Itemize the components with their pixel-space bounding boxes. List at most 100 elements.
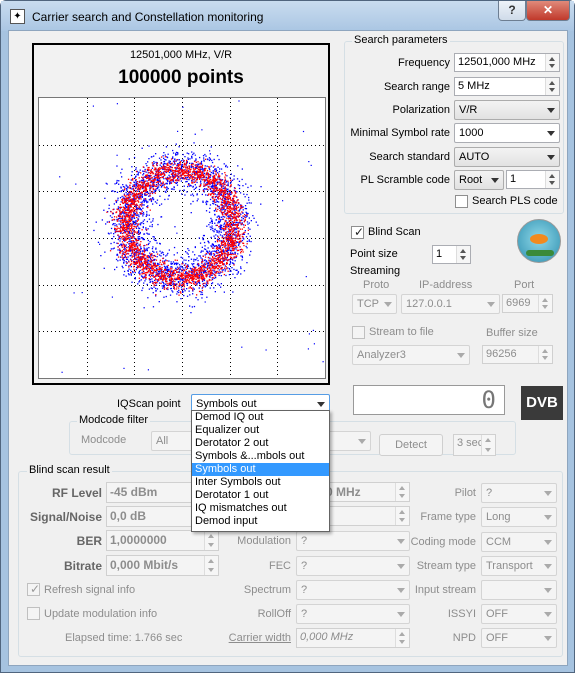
iq-point (187, 158, 189, 160)
iq-point (214, 210, 216, 212)
iq-point (127, 220, 129, 223)
iq-point (148, 266, 150, 268)
iq-point (222, 218, 225, 220)
iq-point (235, 255, 237, 258)
iq-point (150, 179, 152, 181)
iq-point (133, 259, 135, 261)
iq-point (163, 272, 166, 275)
iq-point (140, 185, 142, 188)
iq-point (110, 242, 112, 245)
iq-point (145, 264, 148, 266)
iq-point (212, 177, 214, 179)
iq-point (158, 254, 161, 256)
grid-lines (39, 98, 325, 378)
title-bar[interactable]: ✦ Carrier search and Constellation monit… (1, 1, 574, 31)
iq-point (171, 290, 173, 292)
iq-point (237, 232, 240, 234)
iq-point (192, 185, 194, 188)
iq-point (168, 270, 170, 273)
iq-point (138, 216, 140, 218)
iq-point (232, 273, 234, 275)
iq-point (210, 258, 212, 260)
iq-point (236, 241, 239, 243)
iq-point (148, 268, 150, 270)
help-button[interactable]: ? (498, 1, 526, 21)
iq-point (246, 212, 248, 214)
iq-point (160, 277, 162, 279)
iq-point (162, 163, 164, 165)
iq-point (200, 250, 203, 252)
iq-point (236, 224, 238, 226)
iq-point (219, 234, 222, 236)
iq-point (151, 186, 154, 188)
iq-point (246, 243, 248, 245)
iq-point (210, 268, 212, 270)
iq-point (214, 188, 216, 190)
iq-point (225, 263, 228, 265)
iq-point (185, 167, 187, 169)
iq-point (126, 241, 128, 244)
iq-point (209, 272, 211, 275)
iq-point (214, 213, 216, 216)
iq-point (136, 208, 139, 211)
iq-point (189, 286, 191, 288)
iq-point (219, 272, 221, 274)
iq-point (228, 233, 231, 235)
iq-point (220, 254, 222, 256)
iq-point (118, 217, 120, 219)
iq-point (138, 227, 140, 229)
iq-point (158, 186, 160, 188)
iq-point (216, 239, 218, 241)
iq-point (128, 261, 130, 263)
iq-point (188, 260, 190, 262)
iq-point (129, 234, 131, 237)
iq-point (241, 178, 243, 181)
iq-point (224, 225, 226, 227)
iq-point (155, 287, 157, 290)
iq-point (140, 205, 143, 207)
iq-point (179, 189, 181, 192)
iq-point (160, 183, 162, 185)
iq-point (127, 207, 129, 209)
iq-point (152, 292, 154, 294)
iq-point (227, 224, 229, 226)
iq-point (217, 257, 219, 260)
iq-point (222, 185, 224, 187)
iq-point (148, 242, 150, 245)
iq-point (166, 168, 168, 170)
iq-point (117, 249, 119, 251)
iq-point (179, 178, 181, 180)
iq-point (224, 190, 227, 192)
iq-point (139, 245, 141, 247)
iq-point (167, 166, 169, 169)
iq-point (228, 247, 230, 249)
iq-point (206, 268, 209, 270)
iq-point (169, 177, 172, 179)
iq-point (130, 260, 133, 263)
iq-point (156, 202, 158, 204)
iq-point (191, 263, 193, 265)
iq-point (235, 201, 237, 204)
iq-point (113, 218, 115, 221)
iq-point (229, 260, 231, 262)
iq-point (137, 260, 139, 262)
iq-point (232, 216, 234, 219)
iq-point (163, 174, 165, 177)
iq-point (174, 226, 176, 228)
iq-point (152, 173, 154, 175)
iq-point (183, 283, 185, 285)
iq-point (196, 273, 198, 275)
iq-point (224, 210, 226, 212)
iq-point (125, 223, 128, 226)
iq-point (225, 181, 227, 183)
iq-point (198, 176, 200, 178)
iq-point (136, 195, 139, 197)
iq-point (232, 197, 235, 199)
iq-point (122, 186, 125, 188)
iq-point (138, 214, 140, 216)
close-button[interactable]: ✕ (526, 1, 570, 21)
iq-point (118, 237, 120, 240)
iq-point (131, 250, 134, 253)
iq-point (131, 230, 133, 232)
iq-point (215, 234, 217, 236)
